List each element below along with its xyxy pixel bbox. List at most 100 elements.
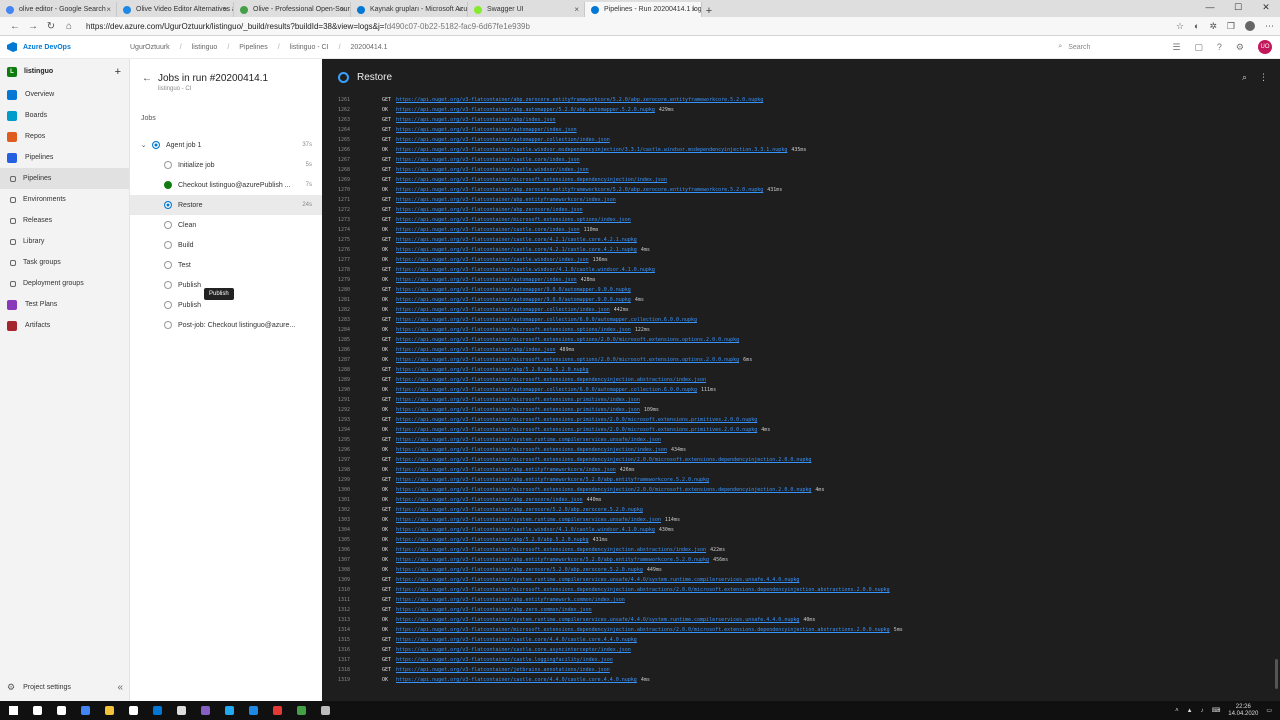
log-url-link[interactable]: https://api.nuget.org/v3-flatcontainer/m…: [396, 447, 667, 453]
language-icon[interactable]: ⌨: [1212, 707, 1221, 714]
nav-item-library[interactable]: Library: [0, 231, 129, 252]
notifications-icon[interactable]: ▭: [1266, 707, 1272, 714]
maximize-icon[interactable]: ☐: [1224, 0, 1252, 17]
log-url-link[interactable]: https://api.nuget.org/v3-flatcontainer/c…: [396, 637, 637, 643]
log-url-link[interactable]: https://api.nuget.org/v3-flatcontainer/m…: [396, 177, 667, 183]
breadcrumb-item[interactable]: Pipelines: [239, 44, 267, 51]
log-url-link[interactable]: https://api.nuget.org/v3-flatcontainer/a…: [396, 307, 610, 313]
log-url-link[interactable]: https://api.nuget.org/v3-flatcontainer/m…: [396, 457, 811, 463]
log-url-link[interactable]: https://api.nuget.org/v3-flatcontainer/m…: [396, 337, 739, 343]
log-url-link[interactable]: https://api.nuget.org/v3-flatcontainer/a…: [396, 477, 709, 483]
close-tab-icon[interactable]: ×: [574, 5, 579, 14]
job-step-row[interactable]: Test: [130, 255, 322, 275]
nav-item-environments[interactable]: Environments: [0, 189, 129, 210]
job-step-row[interactable]: Restore 24s: [130, 195, 322, 215]
project-header[interactable]: L listinguo +: [0, 59, 129, 84]
close-tab-icon[interactable]: ×: [223, 5, 228, 14]
log-url-link[interactable]: https://api.nuget.org/v3-flatcontainer/a…: [396, 607, 592, 613]
log-url-link[interactable]: https://api.nuget.org/v3-flatcontainer/m…: [396, 417, 757, 423]
nav-item-repos[interactable]: Repos: [0, 126, 129, 147]
log-url-link[interactable]: https://api.nuget.org/v3-flatcontainer/m…: [396, 217, 631, 223]
log-url-link[interactable]: https://api.nuget.org/v3-flatcontainer/m…: [396, 357, 739, 363]
log-url-link[interactable]: https://api.nuget.org/v3-flatcontainer/a…: [396, 187, 763, 193]
log-url-link[interactable]: https://api.nuget.org/v3-flatcontainer/s…: [396, 617, 799, 623]
log-url-link[interactable]: https://api.nuget.org/v3-flatcontainer/c…: [396, 157, 580, 163]
log-url-link[interactable]: https://api.nuget.org/v3-flatcontainer/m…: [396, 407, 640, 413]
log-url-link[interactable]: https://api.nuget.org/v3-flatcontainer/s…: [396, 437, 661, 443]
log-url-link[interactable]: https://api.nuget.org/v3-flatcontainer/c…: [396, 237, 637, 243]
taskbar-windows-start-icon[interactable]: [4, 702, 22, 719]
log-url-link[interactable]: https://api.nuget.org/v3-flatcontainer/c…: [396, 257, 589, 263]
nav-item-releases[interactable]: Releases: [0, 210, 129, 231]
log-url-link[interactable]: https://api.nuget.org/v3-flatcontainer/m…: [396, 587, 890, 593]
taskbar-visual-studio-icon[interactable]: [196, 702, 214, 719]
back-arrow-icon[interactable]: ←: [142, 73, 158, 99]
log-url-link[interactable]: https://api.nuget.org/v3-flatcontainer/a…: [396, 207, 583, 213]
close-tab-icon[interactable]: ×: [691, 5, 696, 14]
back-arrow-icon[interactable]: ←: [6, 21, 24, 32]
log-url-link[interactable]: https://api.nuget.org/v3-flatcontainer/a…: [396, 557, 709, 563]
browser-tab[interactable]: Olive Video Editor Alternatives and...×: [117, 2, 234, 17]
taskbar-vscode-icon[interactable]: [220, 702, 238, 719]
log-url-link[interactable]: https://api.nuget.org/v3-flatcontainer/j…: [396, 667, 610, 673]
log-url-link[interactable]: https://api.nuget.org/v3-flatcontainer/a…: [396, 277, 577, 283]
browser-tab[interactable]: Kaynak grupları - Microsoft Azure ×: [351, 2, 468, 17]
nav-item-boards[interactable]: Boards: [0, 105, 129, 126]
new-tab-button[interactable]: +: [702, 5, 716, 17]
taskbar-store-icon[interactable]: [124, 702, 142, 719]
nav-item-overview[interactable]: Overview: [0, 84, 129, 105]
reload-icon[interactable]: ↻: [42, 21, 60, 32]
log-url-link[interactable]: https://api.nuget.org/v3-flatcontainer/a…: [396, 317, 697, 323]
job-step-row[interactable]: Checkout listinguo@azurePublish ... 7s: [130, 175, 322, 195]
log-url-link[interactable]: https://api.nuget.org/v3-flatcontainer/a…: [396, 97, 763, 103]
scrollbar-thumb[interactable]: [1275, 659, 1278, 689]
log-url-link[interactable]: https://api.nuget.org/v3-flatcontainer/m…: [396, 627, 890, 633]
taskbar-app-red-icon[interactable]: [268, 702, 286, 719]
breadcrumb-item[interactable]: UgurOztuurk: [130, 44, 170, 51]
extension-icon[interactable]: ◐: [1194, 21, 1199, 32]
log-url-link[interactable]: https://api.nuget.org/v3-flatcontainer/c…: [396, 657, 613, 663]
log-url-link[interactable]: https://api.nuget.org/v3-flatcontainer/m…: [396, 547, 706, 553]
log-url-link[interactable]: https://api.nuget.org/v3-flatcontainer/c…: [396, 147, 787, 153]
log-url-link[interactable]: https://api.nuget.org/v3-flatcontainer/a…: [396, 347, 556, 353]
nav-item-deployment-groups[interactable]: Deployment groups: [0, 273, 129, 294]
log-url-link[interactable]: https://api.nuget.org/v3-flatcontainer/a…: [396, 297, 631, 303]
breadcrumb-item[interactable]: 20200414.1: [351, 44, 388, 51]
close-tab-icon[interactable]: ×: [457, 5, 462, 14]
agent-job-row[interactable]: ⌄ Agent job 1 37s: [130, 135, 322, 155]
log-url-link[interactable]: https://api.nuget.org/v3-flatcontainer/c…: [396, 227, 580, 233]
profile-avatar[interactable]: [1245, 20, 1255, 31]
job-step-row[interactable]: Initialize job 5s: [130, 155, 322, 175]
log-url-link[interactable]: https://api.nuget.org/v3-flatcontainer/c…: [396, 247, 637, 253]
log-url-link[interactable]: https://api.nuget.org/v3-flatcontainer/a…: [396, 537, 589, 543]
browser-tab[interactable]: olive editor - Google Search ×: [0, 2, 117, 17]
log-url-link[interactable]: https://api.nuget.org/v3-flatcontainer/m…: [396, 487, 811, 493]
search-box[interactable]: ⌕ Search: [1058, 43, 1158, 51]
more-options-icon[interactable]: ⋮: [1259, 72, 1268, 83]
home-icon[interactable]: ⌂: [60, 21, 78, 32]
log-url-link[interactable]: https://api.nuget.org/v3-flatcontainer/a…: [396, 497, 583, 503]
menu-dots-icon[interactable]: ⋯: [1265, 21, 1274, 32]
add-icon[interactable]: +: [115, 66, 121, 78]
log-url-link[interactable]: https://api.nuget.org/v3-flatcontainer/a…: [396, 467, 616, 473]
clock[interactable]: 22:26 14.04.2020: [1228, 704, 1258, 718]
azure-devops-logo[interactable]: Azure DevOps: [0, 42, 130, 52]
taskbar-task-view-icon[interactable]: [52, 702, 70, 719]
taskbar-search-icon[interactable]: [28, 702, 46, 719]
user-avatar[interactable]: UO: [1258, 40, 1272, 54]
job-step-row[interactable]: Build: [130, 235, 322, 255]
nav-item-pipelines[interactable]: Pipelines: [0, 147, 129, 168]
chevron-up-icon[interactable]: ˄: [1175, 708, 1179, 714]
log-url-link[interactable]: https://api.nuget.org/v3-flatcontainer/a…: [396, 367, 589, 373]
forward-arrow-icon[interactable]: →: [24, 21, 42, 32]
log-url-link[interactable]: https://api.nuget.org/v3-flatcontainer/s…: [396, 577, 799, 583]
close-tab-icon[interactable]: ×: [106, 5, 111, 14]
collections-icon[interactable]: ❒: [1227, 21, 1235, 32]
log-url-link[interactable]: https://api.nuget.org/v3-flatcontainer/m…: [396, 397, 640, 403]
log-url-link[interactable]: https://api.nuget.org/v3-flatcontainer/m…: [396, 427, 757, 433]
log-url-link[interactable]: https://api.nuget.org/v3-flatcontainer/m…: [396, 327, 631, 333]
taskbar-chrome-icon[interactable]: [76, 702, 94, 719]
log-url-link[interactable]: https://api.nuget.org/v3-flatcontainer/a…: [396, 597, 625, 603]
url-field[interactable]: https://dev.azure.com/UgurOztuurk/listin…: [86, 22, 530, 31]
log-url-link[interactable]: https://api.nuget.org/v3-flatcontainer/m…: [396, 377, 706, 383]
